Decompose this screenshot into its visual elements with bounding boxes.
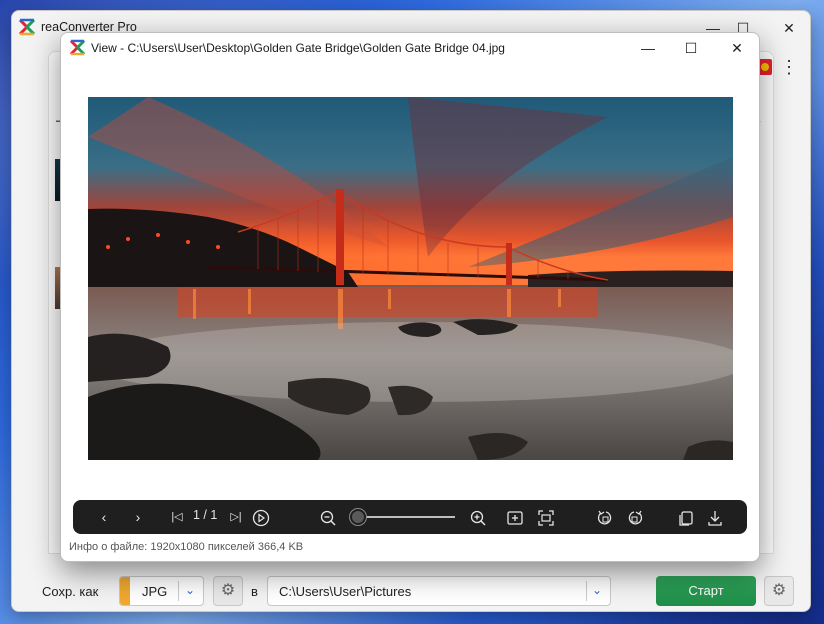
language-flag-icon[interactable]: [758, 59, 772, 75]
file-info: Инфо о файле: 1920x1080 пикселей 366,4 K…: [69, 541, 304, 553]
zoom-in-icon[interactable]: [468, 507, 488, 527]
download-icon[interactable]: [705, 507, 725, 527]
viewer-title: View - C:\Users\User\Desktop\Golden Gate…: [91, 41, 505, 55]
output-bar: Сохр. как JPG ⌄ ⚙ в C:\Users\User\Pictur…: [12, 554, 810, 611]
format-settings-button[interactable]: ⚙: [213, 576, 243, 606]
actual-size-icon[interactable]: [536, 507, 556, 527]
divider: [178, 581, 179, 601]
app-logo-icon: [69, 39, 86, 56]
viewer-maximize-button[interactable]: ☐: [676, 37, 706, 59]
slideshow-play-icon[interactable]: [251, 507, 271, 527]
chevron-down-icon[interactable]: ⌄: [592, 583, 602, 597]
first-page-icon[interactable]: |◁: [168, 507, 186, 527]
viewer-toolbar: ‹ › |◁ 1 / 1 ▷|: [73, 500, 747, 534]
next-icon[interactable]: ›: [129, 507, 147, 527]
app-logo-icon: [18, 18, 36, 36]
more-menu-icon[interactable]: ⋮: [780, 57, 798, 77]
close-button[interactable]: ✕: [774, 17, 804, 39]
golden-gate-photo: [88, 97, 733, 460]
in-label: в: [251, 584, 258, 599]
format-value: JPG: [142, 584, 168, 599]
fit-window-icon[interactable]: [505, 507, 525, 527]
viewer-titlebar: View - C:\Users\User\Desktop\Golden Gate…: [61, 33, 759, 63]
output-path-select[interactable]: C:\Users\User\Pictures ⌄: [267, 576, 611, 606]
copy-icon[interactable]: [676, 507, 696, 527]
viewer-close-button[interactable]: ✕: [722, 37, 752, 59]
rotate-left-icon[interactable]: [595, 507, 615, 527]
zoom-out-icon[interactable]: [318, 507, 338, 527]
page-counter: 1 / 1: [193, 508, 218, 522]
viewer-minimize-button[interactable]: —: [633, 37, 663, 59]
settings-button[interactable]: ⚙: [764, 576, 794, 606]
prev-icon[interactable]: ‹: [95, 507, 113, 527]
last-page-icon[interactable]: ▷|: [227, 507, 245, 527]
start-button[interactable]: Старт: [656, 576, 756, 606]
gear-icon: ⚙: [220, 582, 236, 599]
format-accent: [120, 577, 130, 605]
output-path-value: C:\Users\User\Pictures: [279, 584, 412, 599]
zoom-slider-track[interactable]: [353, 516, 455, 518]
chevron-down-icon[interactable]: ⌄: [185, 583, 195, 597]
gear-icon: ⚙: [771, 582, 787, 599]
preview-image: [88, 97, 733, 460]
format-select[interactable]: JPG ⌄: [119, 576, 204, 606]
image-viewer-window: View - C:\Users\User\Desktop\Golden Gate…: [60, 32, 760, 562]
zoom-slider-handle[interactable]: [350, 509, 367, 525]
save-as-label: Сохр. как: [42, 584, 99, 599]
divider: [586, 581, 587, 601]
rotate-right-icon[interactable]: [625, 507, 645, 527]
